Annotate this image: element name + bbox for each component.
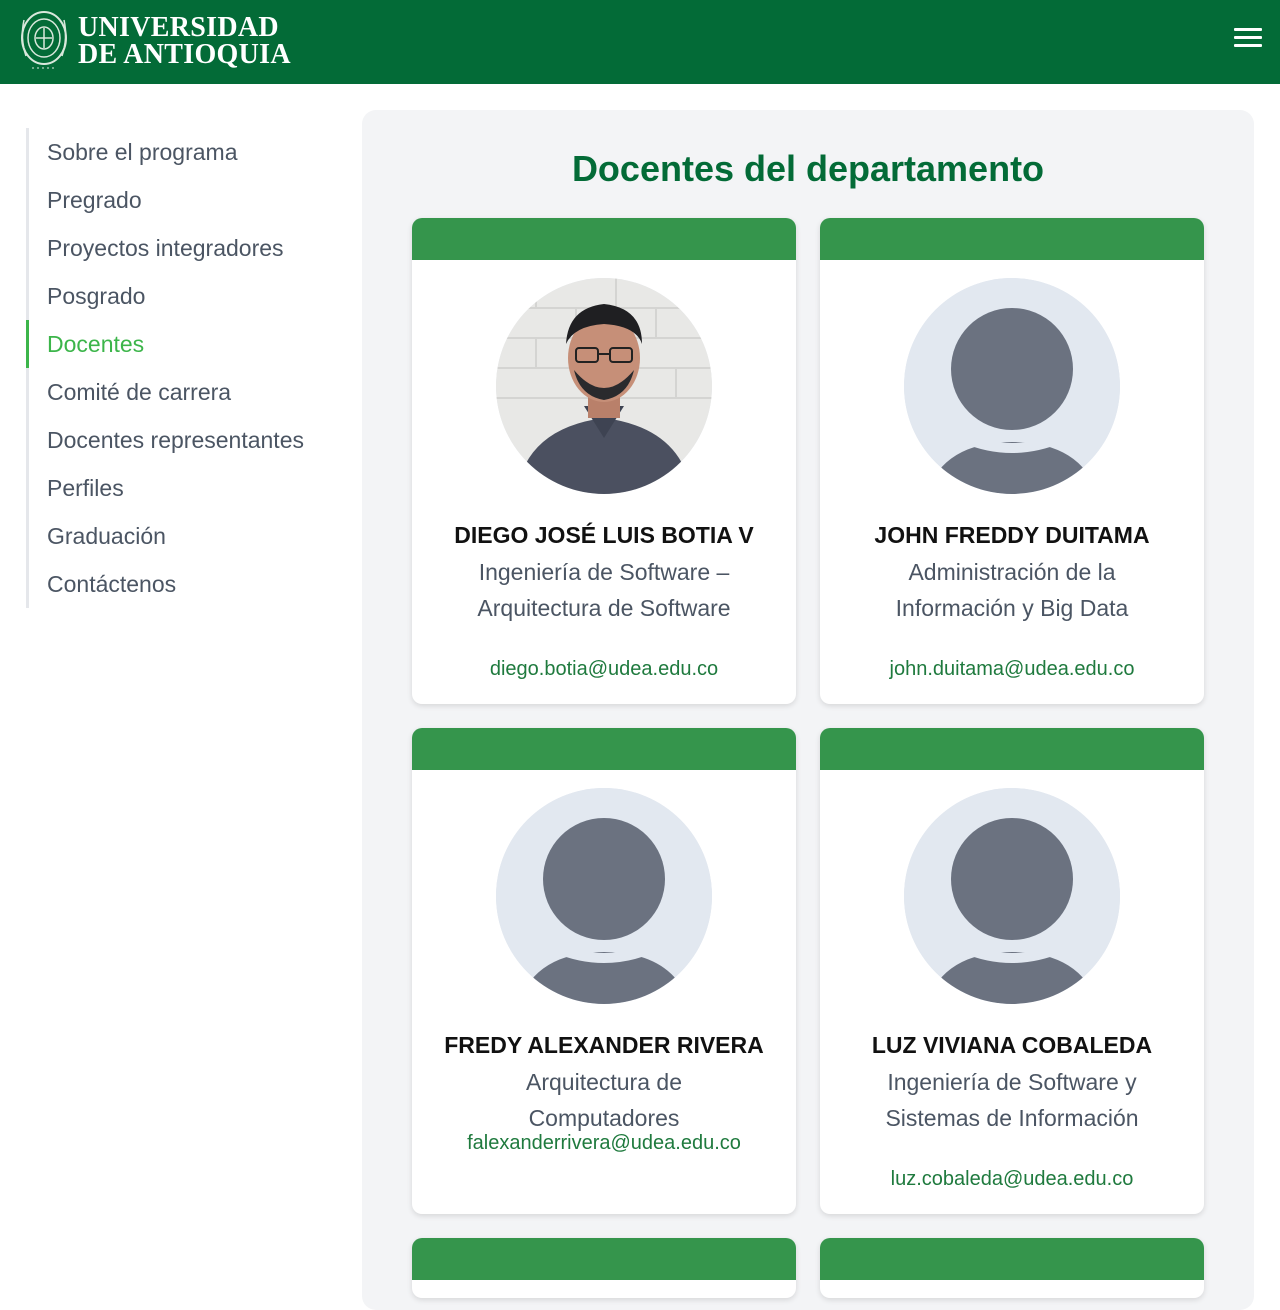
teacher-email-link[interactable]: diego.botia@udea.edu.co: [412, 658, 796, 681]
teacher-photo: [496, 278, 712, 494]
card-header-bar: [820, 1238, 1204, 1280]
sidebar-item-pregrado[interactable]: Pregrado: [29, 176, 346, 224]
card-header-bar: [412, 218, 796, 260]
teacher-email-link[interactable]: luz.cobaleda@udea.edu.co: [820, 1168, 1204, 1191]
main-content: Docentes del departamento DIEGO JOSÉ LUI…: [362, 110, 1254, 1310]
sidebar-item-docentes[interactable]: Docentes: [26, 320, 346, 368]
card-header-bar: [820, 728, 1204, 770]
sidebar-item-proyectos-integradores[interactable]: Proyectos integradores: [29, 224, 346, 272]
sidebar-nav: Sobre el programa Pregrado Proyectos int…: [26, 128, 346, 608]
card-header-bar: [412, 728, 796, 770]
top-navbar: UNIVERSIDAD DE ANTIOQUIA: [0, 0, 1280, 84]
teacher-name: LUZ VIVIANA COBALEDA: [871, 1032, 1153, 1058]
teacher-card: FREDY ALEXANDER RIVERA Arquitectura de C…: [412, 728, 796, 1214]
default-user-icon: [496, 788, 712, 1004]
teacher-card: [412, 1238, 796, 1298]
teacher-name: JOHN FREDDY DUITAMA: [874, 522, 1150, 548]
university-seal-icon: [18, 8, 70, 76]
sidebar-item-comite-de-carrera[interactable]: Comité de carrera: [29, 368, 346, 416]
university-logo[interactable]: UNIVERSIDAD DE ANTIOQUIA: [18, 8, 291, 76]
teacher-email-link[interactable]: falexanderrivera@udea.edu.co: [412, 1132, 796, 1155]
card-header-bar: [820, 218, 1204, 260]
sidebar-item-sobre-el-programa[interactable]: Sobre el programa: [29, 128, 346, 176]
logo-line-2: DE ANTIOQUIA: [78, 39, 291, 70]
hamburger-menu-icon[interactable]: [1234, 28, 1264, 56]
sidebar-item-contactenos[interactable]: Contáctenos: [29, 560, 346, 608]
sidebar-item-perfiles[interactable]: Perfiles: [29, 464, 346, 512]
sidebar-item-posgrado[interactable]: Posgrado: [29, 272, 346, 320]
sidebar-item-graduacion[interactable]: Graduación: [29, 512, 346, 560]
sidebar-item-docentes-representantes[interactable]: Docentes representantes: [29, 416, 346, 464]
teacher-role: Ingeniería de Software – Arquitectura de…: [477, 559, 731, 621]
teacher-role: Arquitectura de Computadores: [526, 1069, 682, 1131]
teacher-card: LUZ VIVIANA COBALEDA Ingeniería de Softw…: [820, 728, 1204, 1214]
page-title: Docentes del departamento: [571, 148, 1045, 189]
default-user-icon: [904, 788, 1120, 1004]
teacher-role: Ingeniería de Software y Sistemas de Inf…: [885, 1069, 1139, 1131]
teacher-card: DIEGO JOSÉ LUIS BOTIA V Ingeniería de So…: [412, 218, 796, 704]
teacher-name: FREDY ALEXANDER RIVERA: [444, 1032, 764, 1058]
teacher-email-link[interactable]: john.duitama@udea.edu.co: [820, 658, 1204, 681]
teacher-name: DIEGO JOSÉ LUIS BOTIA V: [454, 522, 754, 548]
teacher-role: Administración de la Información y Big D…: [895, 559, 1129, 621]
logo-line-1: UNIVERSIDAD: [78, 12, 279, 43]
teacher-card: JOHN FREDDY DUITAMA Administración de la…: [820, 218, 1204, 704]
teacher-card: [820, 1238, 1204, 1298]
card-header-bar: [412, 1238, 796, 1280]
default-user-icon: [904, 278, 1120, 494]
